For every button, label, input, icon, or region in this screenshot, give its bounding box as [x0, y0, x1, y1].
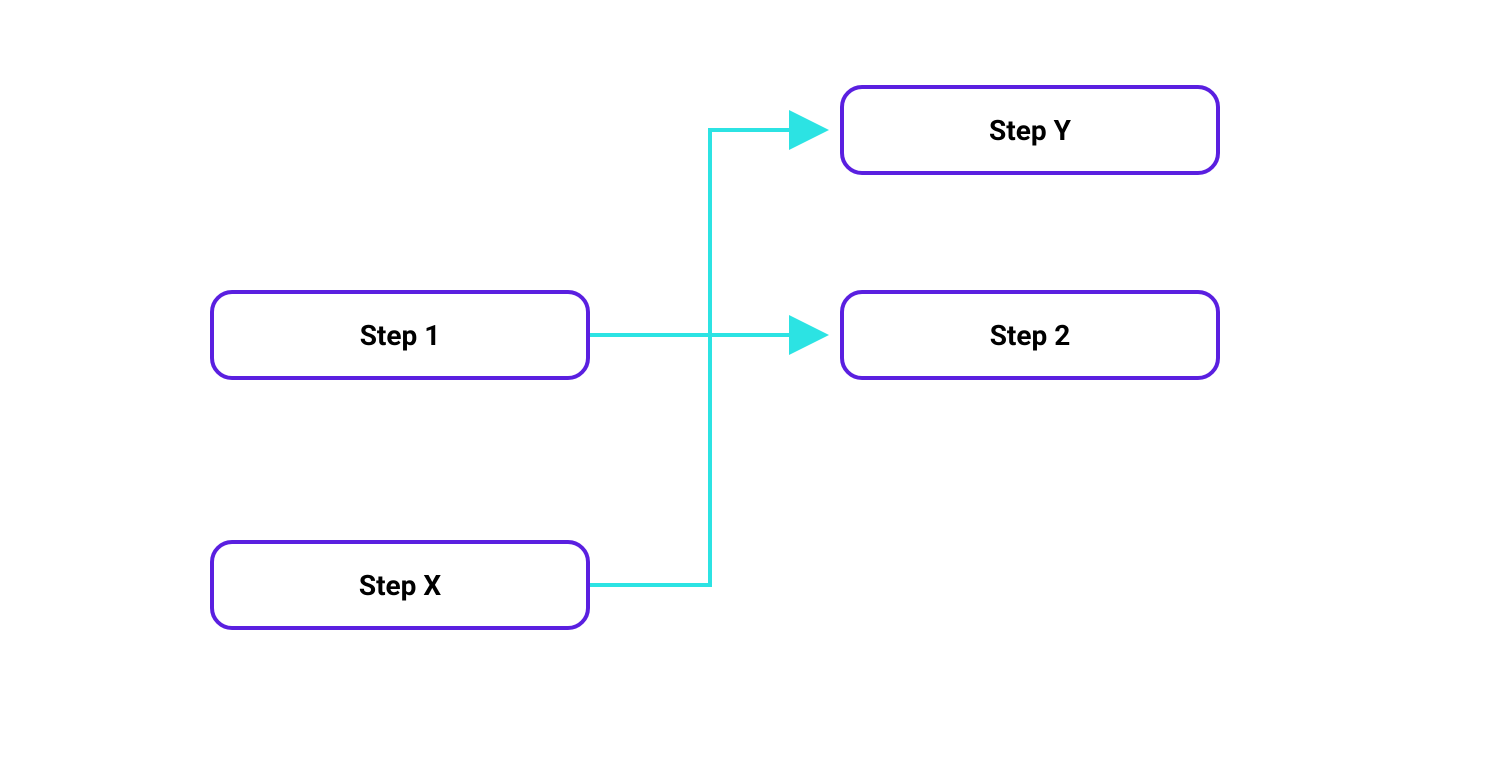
node-label: Step X: [359, 569, 441, 602]
flow-diagram: Step 1 Step X Step Y Step 2: [0, 0, 1500, 760]
node-step-1: Step 1: [210, 290, 590, 380]
connector-lines: [0, 0, 1500, 760]
node-label: Step Y: [989, 114, 1071, 147]
node-step-x: Step X: [210, 540, 590, 630]
node-step-2: Step 2: [840, 290, 1220, 380]
node-label: Step 1: [360, 319, 441, 352]
arrow-stepx-to-stepy: [590, 130, 825, 585]
node-step-y: Step Y: [840, 85, 1220, 175]
node-label: Step 2: [990, 319, 1071, 352]
